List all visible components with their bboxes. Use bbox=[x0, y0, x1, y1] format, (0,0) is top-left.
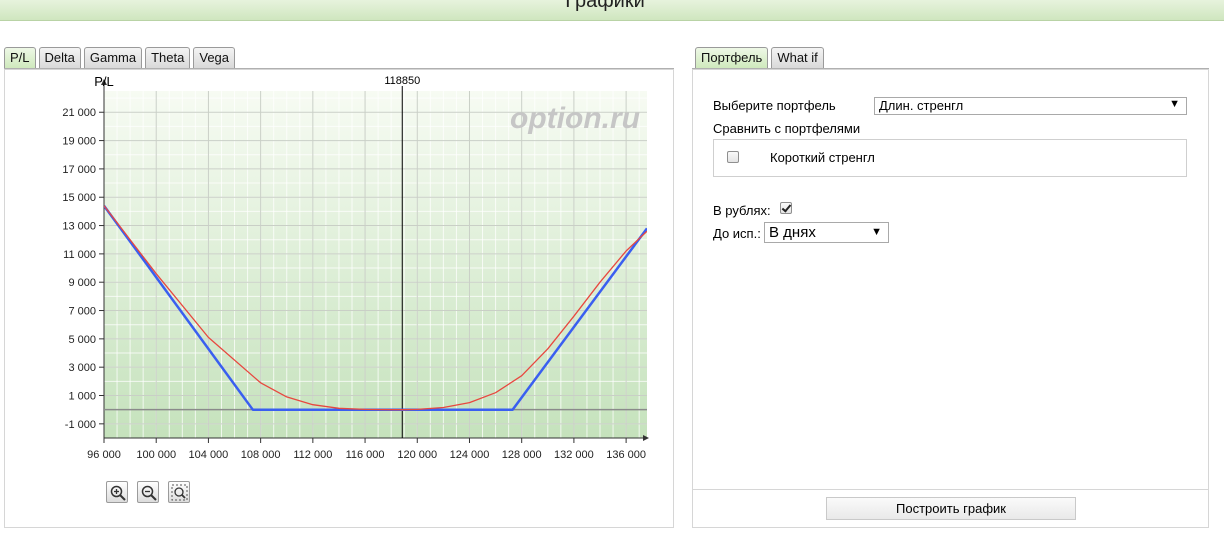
watermark: option.ru bbox=[510, 102, 640, 135]
x-tick-label: 124 000 bbox=[450, 449, 490, 461]
portfolio-select-label: Выберите портфель bbox=[713, 98, 836, 113]
rubles-label: В рублях: bbox=[713, 203, 771, 218]
x-tick-label: 100 000 bbox=[136, 449, 176, 461]
zoom-out-icon bbox=[141, 485, 157, 501]
expiry-select[interactable]: В днях ▼ bbox=[764, 222, 889, 243]
tab-delta[interactable]: Delta bbox=[38, 47, 81, 68]
y-tick-label: 13 000 bbox=[62, 221, 96, 233]
chart-tabs: P/L Delta Gamma Theta Vega bbox=[4, 47, 236, 68]
compare-item-label: Короткий стренгл bbox=[770, 150, 875, 165]
expiry-select-value: В днях bbox=[769, 224, 816, 241]
y-tick-label: 19 000 bbox=[62, 136, 96, 148]
page-header: Графики bbox=[0, 0, 1224, 21]
x-tick-label: 108 000 bbox=[241, 449, 281, 461]
x-tick-label: 128 000 bbox=[502, 449, 542, 461]
x-tick-label: 112 000 bbox=[293, 449, 332, 461]
x-tick-label: 116 000 bbox=[346, 449, 385, 461]
x-tick-label: 104 000 bbox=[189, 449, 229, 461]
y-tick-label: 21 000 bbox=[62, 107, 96, 119]
y-tick-label: 15 000 bbox=[62, 192, 96, 204]
portfolio-tabs: Портфель What if bbox=[695, 47, 824, 68]
zoom-fit-icon bbox=[171, 484, 188, 501]
y-tick-label: 5 000 bbox=[68, 334, 96, 346]
y-tick-label: 3 000 bbox=[68, 362, 96, 374]
zoom-in-icon bbox=[110, 485, 126, 501]
rubles-checkbox[interactable] bbox=[780, 202, 792, 214]
x-tick-label: 96 000 bbox=[87, 449, 121, 461]
tab-vega[interactable]: Vega bbox=[193, 47, 236, 68]
page-title: Графики bbox=[565, 0, 645, 12]
tab-theta[interactable]: Theta bbox=[145, 47, 191, 68]
tab-portfolio[interactable]: Портфель bbox=[695, 47, 769, 68]
compare-label: Сравнить с портфелями bbox=[713, 121, 861, 136]
zoom-fit-button[interactable] bbox=[168, 481, 190, 503]
y-axis-label: P/L bbox=[94, 74, 114, 89]
y-tick-label: 7 000 bbox=[68, 306, 96, 318]
marker-label: 118850 bbox=[384, 75, 420, 87]
zoom-in-button[interactable] bbox=[106, 481, 128, 503]
tab-gamma[interactable]: Gamma bbox=[83, 47, 143, 68]
zoom-out-button[interactable] bbox=[137, 481, 159, 503]
tab-pl[interactable]: P/L bbox=[4, 47, 36, 68]
chevron-down-icon: ▼ bbox=[1169, 98, 1180, 110]
plot-area bbox=[104, 91, 647, 438]
expiry-label: До исп.: bbox=[713, 226, 761, 241]
chevron-down-icon: ▼ bbox=[871, 226, 882, 238]
y-tick-label: -1 000 bbox=[65, 419, 96, 431]
build-chart-button[interactable]: Построить график bbox=[826, 497, 1076, 520]
x-tick-label: 132 000 bbox=[554, 449, 594, 461]
compare-checkbox[interactable] bbox=[727, 151, 739, 163]
y-tick-label: 9 000 bbox=[68, 277, 96, 289]
y-tick-label: 17 000 bbox=[62, 164, 96, 176]
x-tick-label: 136 000 bbox=[606, 449, 646, 461]
portfolio-panel bbox=[692, 69, 1209, 528]
x-tick-label: 120 000 bbox=[397, 449, 437, 461]
y-tick-label: 1 000 bbox=[68, 391, 96, 403]
footer-divider bbox=[692, 489, 1209, 490]
tab-what-if[interactable]: What if bbox=[771, 47, 824, 68]
portfolio-select-value: Длин. стренгл bbox=[879, 98, 964, 113]
y-tick-label: 11 000 bbox=[63, 249, 96, 261]
portfolio-select[interactable]: Длин. стренгл ▼ bbox=[874, 97, 1187, 115]
pl-chart: option.ru 96 000 100 000 104 000 108 000 112… bbox=[62, 74, 649, 461]
